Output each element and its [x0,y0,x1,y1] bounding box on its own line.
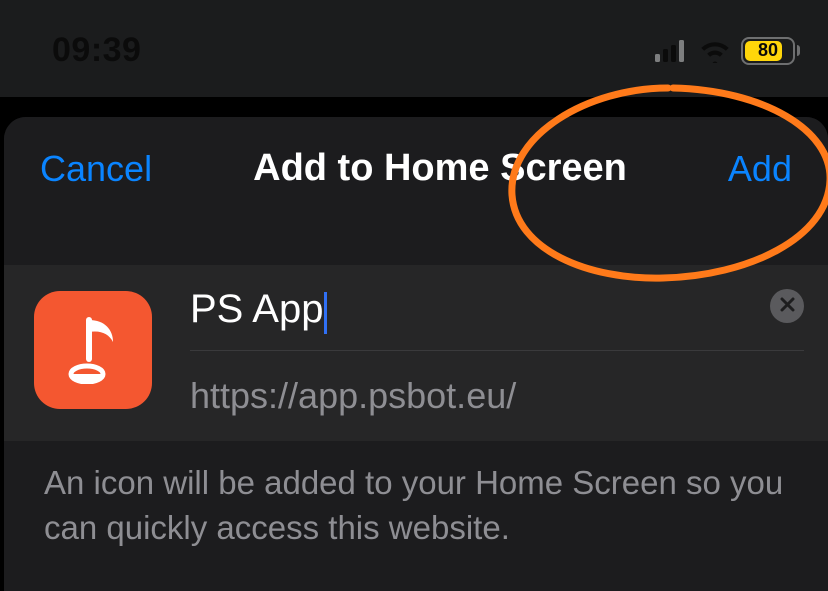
xmark-icon [780,297,795,315]
add-to-home-sheet: Cancel Add to Home Screen Add [4,117,828,591]
status-right: 80 [655,37,800,65]
sheet-navbar: Cancel Add to Home Screen Add [4,117,828,220]
add-button[interactable]: Add [728,148,792,190]
app-icon [34,291,152,409]
sheet-title: Add to Home Screen [253,147,627,190]
form-section: PS App https://app.psbot.eu/ [4,265,828,441]
description-text: An icon will be added to your Home Scree… [4,441,828,570]
music-note-icon [65,312,121,389]
status-bar: 09:39 80 [0,0,828,97]
cellular-icon [655,40,689,62]
app-url: https://app.psbot.eu/ [190,351,804,417]
text-cursor [324,292,327,334]
app-name-input: PS App [190,283,804,350]
battery-percent: 80 [758,40,778,61]
clear-text-button[interactable] [770,289,804,323]
cancel-button[interactable]: Cancel [40,148,152,190]
battery-icon: 80 [741,37,800,65]
app-name-input-wrapper[interactable]: PS App [190,283,804,350]
wifi-icon [699,39,731,63]
status-time: 09:39 [52,31,141,70]
